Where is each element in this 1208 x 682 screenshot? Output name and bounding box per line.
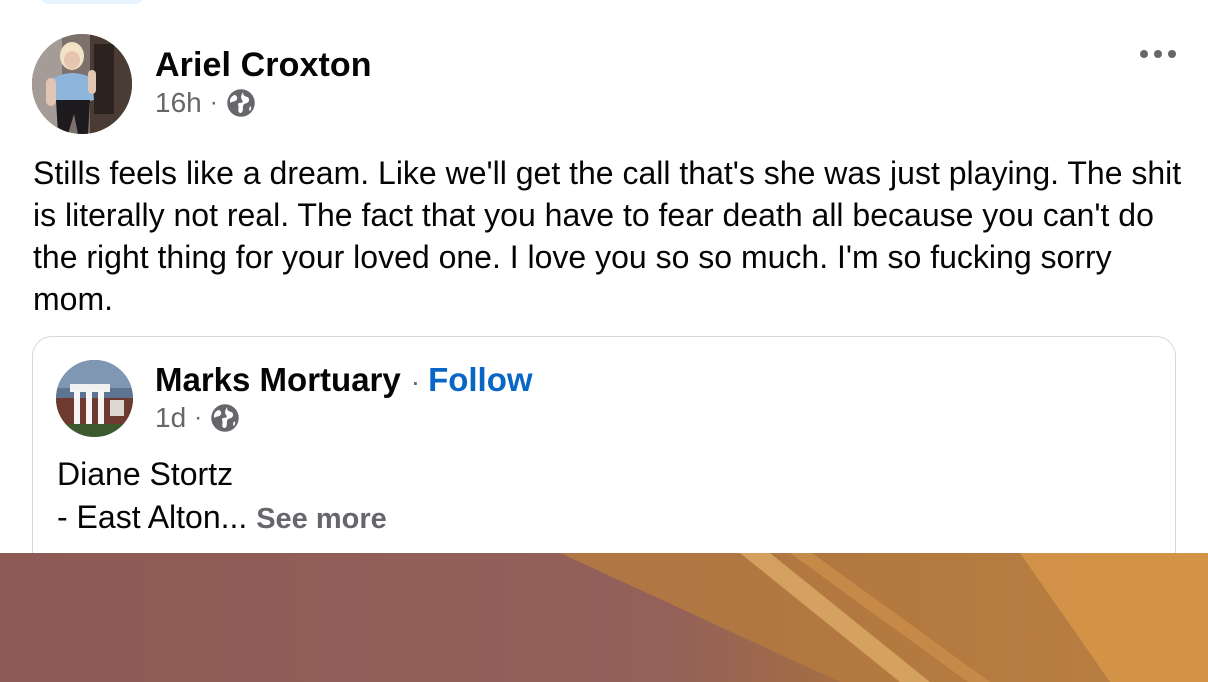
post-header: Ariel Croxton 16h · [0, 0, 1208, 140]
more-dot [1140, 50, 1148, 58]
page-avatar-image [56, 360, 133, 437]
author-name[interactable]: Ariel Croxton [155, 46, 372, 85]
follow-separator: · [410, 366, 421, 397]
shared-text-line: Diane Stortz [57, 456, 234, 492]
page-avatar[interactable] [56, 360, 133, 437]
shared-meta: 1d · [155, 401, 240, 435]
photo-image [0, 553, 1208, 682]
meta-separator: · [194, 404, 203, 431]
shared-post-text: Diane Stortz - East Alton... See more [57, 453, 387, 541]
shared-header: Marks Mortuary · Follow [155, 361, 533, 399]
shared-text-line-2: - East Alton... See more [57, 496, 387, 541]
see-more-link[interactable]: See more [256, 503, 387, 535]
globe-icon [211, 404, 239, 432]
more-options-icon[interactable] [1138, 42, 1178, 66]
post-meta: 16h · [155, 86, 256, 120]
shared-post-card[interactable]: Marks Mortuary · Follow 1d · Diane Stort… [32, 336, 1176, 576]
follow-button[interactable]: Follow [428, 361, 532, 399]
author-avatar-image [32, 34, 132, 134]
globe-icon [226, 89, 255, 117]
post-text: Stills feels like a dream. Like we'll ge… [33, 155, 1182, 317]
more-dot [1168, 50, 1176, 58]
shared-text-truncated: - East Alton... [57, 499, 248, 535]
post-photo[interactable] [0, 553, 1208, 682]
meta-separator: · [209, 89, 218, 116]
author-avatar[interactable] [32, 34, 132, 134]
post-timestamp[interactable]: 16h [155, 87, 202, 119]
more-dot [1154, 50, 1162, 58]
page-name[interactable]: Marks Mortuary [155, 361, 401, 399]
shared-timestamp[interactable]: 1d [155, 402, 186, 434]
